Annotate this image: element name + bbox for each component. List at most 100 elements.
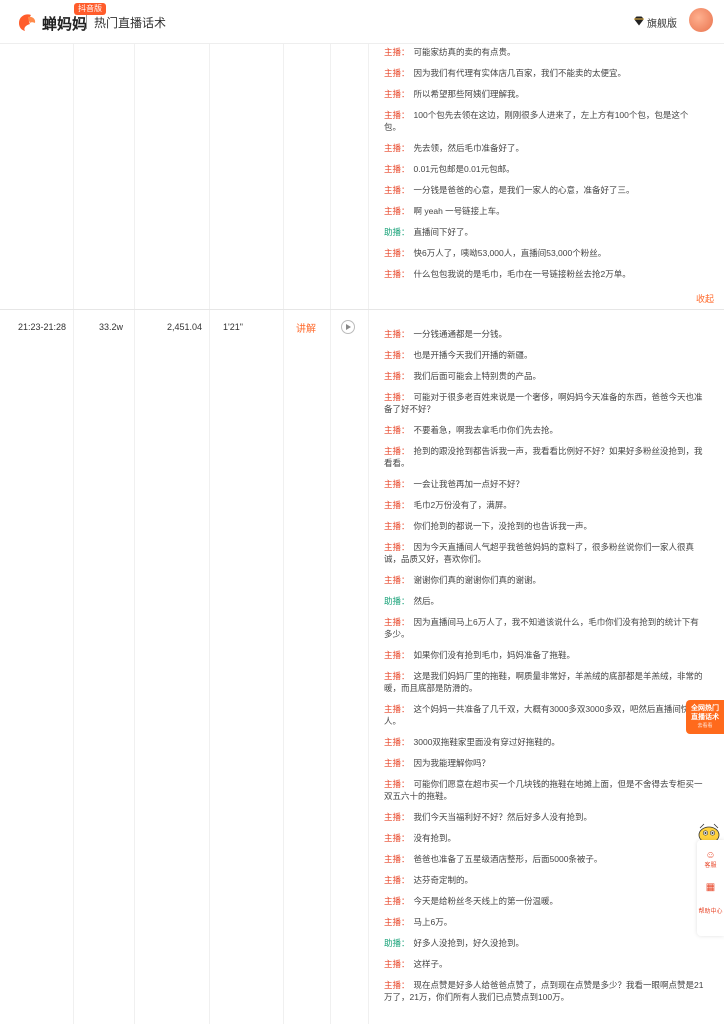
- host-speaker-label: 主播：: [384, 350, 410, 360]
- column-divider: [73, 44, 74, 1024]
- host-speaker-label: 主播：: [384, 89, 410, 99]
- transcript-line: 主播： 一会让我爸再加一点好不好？: [384, 478, 704, 490]
- transcript-text: 所以希望那些阿姨们理解我。: [413, 89, 525, 99]
- page-title: 热门直播话术: [94, 16, 167, 30]
- user-avatar[interactable]: [689, 8, 713, 32]
- host-speaker-label: 主播：: [384, 704, 410, 714]
- transcript-text: 因为我能理解你吗？: [413, 758, 491, 768]
- transcript-text: 如果你们没有抢到毛巾，妈妈准备了拖鞋。: [413, 650, 576, 660]
- transcript-text: 你们抢到的都说一下，没抢到的也告诉我一声。: [413, 521, 593, 531]
- duration-cell: 1'21": [223, 322, 243, 332]
- transcript-line: 主播： 我们后面可能会上特别贵的产品。: [384, 370, 704, 382]
- host-speaker-label: 主播：: [384, 392, 410, 402]
- transcript-line: 主播： 爸爸也准备了五星级酒店整形，后面5000条被子。: [384, 853, 704, 865]
- transcript-line: 主播： 这是我们妈妈厂里的拖鞋，啊质量非常好，羊羔绒的底部都是羊羔绒，非常的暖，而…: [384, 670, 704, 694]
- brand-name[interactable]: 蝉妈妈: [42, 13, 87, 34]
- side-help-panel: ☺ 客服 ▦ 帮助中心: [697, 840, 724, 936]
- host-speaker-label: 主播：: [384, 425, 410, 435]
- column-divider: [283, 44, 284, 1024]
- help-center-button[interactable]: 帮助中心: [697, 908, 724, 916]
- transcript-text: 不要着急，啊我去拿毛巾你们先去抢。: [413, 425, 559, 435]
- transcript-text: 抢到的跟没抢到都告诉我一声，我看看比例好不好？如果好多粉丝没抢到，我看看。: [384, 446, 703, 468]
- transcript-line: 助播： 然后。: [384, 595, 704, 607]
- customer-service-label: 客服: [704, 863, 717, 869]
- transcript-text: 这个妈妈一共准备了几千双，大概有3000多双3000多双，吧然后直播间快人。: [384, 704, 690, 726]
- transcript-line: 主播： 因为直播间马上6万人了，我不知道该说什么，毛巾你们没有抢到的统计下有多少。: [384, 616, 704, 640]
- qrcode-button[interactable]: ▦: [697, 882, 724, 894]
- assistant-speaker-label: 助播：: [384, 227, 410, 237]
- transcript-line: 主播： 一分钱通通都是一分钱。: [384, 328, 704, 340]
- transcript-text: 3000双拖鞋家里面没有穿过好拖鞋的。: [413, 737, 560, 747]
- time-range-cell: 21:23-21:28: [18, 322, 67, 332]
- viewers-cell: 33.2w: [99, 322, 124, 332]
- transcript-line: 主播： 马上6万。: [384, 916, 704, 928]
- host-speaker-label: 主播：: [384, 737, 410, 747]
- transcript-text: 直播间下好了。: [413, 227, 474, 237]
- promo-float-button[interactable]: 全网热门 直播话术 去看看: [686, 700, 724, 734]
- host-speaker-label: 主播：: [384, 917, 410, 927]
- transcript-text: 谢谢你们真的谢谢你们真的谢谢。: [413, 575, 542, 585]
- transcript-text: 没有抢到。: [413, 833, 457, 843]
- transcript-text: 因为直播间马上6万人了，我不知道该说什么，毛巾你们没有抢到的统计下有多少。: [384, 617, 699, 639]
- header-divider: [86, 15, 87, 29]
- host-speaker-label: 主播：: [384, 269, 410, 279]
- host-speaker-label: 主播：: [384, 164, 410, 174]
- transcript-text: 0.01元包邮是0.01元包邮。: [413, 164, 515, 174]
- transcript-text: 也是开播今天我们开播的新疆。: [413, 350, 533, 360]
- host-speaker-label: 主播：: [384, 248, 410, 258]
- top-header: 蝉妈妈 抖音版 热门直播话术 旗舰版 ›: [0, 0, 724, 44]
- transcript-block: 主播： 一分钱通通都是一分钱。 主播： 也是开播今天我们开播的新疆。 主播： 我们后面可能…: [384, 328, 704, 1012]
- transcript-line: 主播： 可能你们愿意在超市买一个几块钱的拖鞋在地摊上面，但是不舍得去专柜买一双五六…: [384, 778, 704, 802]
- transcript-line: 主播： 可能家纺真的卖的有点贵。: [384, 46, 704, 58]
- transcript-line: 主播： 这个妈妈一共准备了几千双，大概有3000多双3000多双，吧然后直播间快人…: [384, 703, 704, 727]
- transcript-text: 今天是给粉丝冬天线上的第一份温暖。: [413, 896, 559, 906]
- host-speaker-label: 主播：: [384, 500, 410, 510]
- transcript-line: 主播： 达芬奇定制的。: [384, 874, 704, 886]
- transcript-text: 毛巾2万份没有了，满屏。: [413, 500, 512, 510]
- host-speaker-label: 主播：: [384, 896, 410, 906]
- explain-link[interactable]: 讲解: [296, 320, 316, 335]
- transcript-text: 这是我们妈妈厂里的拖鞋，啊质量非常好，羊羔绒的底部都是羊羔绒，非常的暖，而且底部…: [384, 671, 703, 693]
- transcript-line: 主播： 什么包包我说的是毛巾，毛巾在一号链接粉丝去抢2万单。: [384, 268, 704, 280]
- transcript-line: 主播： 所以希望那些阿姨们理解我。: [384, 88, 704, 100]
- transcript-line: 主播： 100个包先去领在这边，刚刚很多人进来了，左上方有100个包，包是这个包。: [384, 109, 704, 133]
- host-speaker-label: 主播：: [384, 854, 410, 864]
- transcript-text: 因为今天直播间人气超乎我爸爸妈妈的意料了，很多粉丝说你们一家人很真诚，品质又好，…: [384, 542, 695, 564]
- headset-icon: ☺: [705, 850, 716, 861]
- host-speaker-label: 主播：: [384, 47, 410, 57]
- host-speaker-label: 主播：: [384, 542, 410, 552]
- host-speaker-label: 主播：: [384, 143, 410, 153]
- host-speaker-label: 主播：: [384, 617, 410, 627]
- qrcode-icon: ▦: [705, 882, 716, 893]
- transcript-line: 主播： 不要着急，啊我去拿毛巾你们先去抢。: [384, 424, 704, 436]
- host-speaker-label: 主播：: [384, 758, 410, 768]
- host-speaker-label: 主播：: [384, 875, 410, 885]
- row-divider: [0, 309, 724, 310]
- transcript-text: 先去领，然后毛巾准备好了。: [413, 143, 525, 153]
- transcript-text: 一分钱通通都是一分钱。: [413, 329, 508, 339]
- diamond-icon: [634, 16, 644, 26]
- host-speaker-label: 主播：: [384, 206, 410, 216]
- collapse-link[interactable]: 收起: [696, 292, 714, 305]
- transcript-text: 100个包先去领在这边，刚刚很多人进来了，左上方有100个包，包是这个包。: [384, 110, 689, 132]
- host-speaker-label: 主播：: [384, 833, 410, 843]
- play-button[interactable]: [341, 320, 355, 334]
- promo-line-2: 直播话术: [691, 714, 719, 721]
- customer-service-button[interactable]: ☺ 客服: [697, 850, 724, 870]
- transcript-line: 主播： 因为我能理解你吗？: [384, 757, 704, 769]
- transcript-text: 可能你们愿意在超市买一个几块钱的拖鞋在地摊上面，但是不舍得去专柜买一双五六十的拖…: [384, 779, 703, 801]
- transcript-line: 主播： 先去领，然后毛巾准备好了。: [384, 142, 704, 154]
- transcript-line: 主播： 你们抢到的都说一下，没抢到的也告诉我一声。: [384, 520, 704, 532]
- transcript-line: 主播： 如果你们没有抢到毛巾，妈妈准备了拖鞋。: [384, 649, 704, 661]
- transcript-line: 主播： 今天是给粉丝冬天线上的第一份温暖。: [384, 895, 704, 907]
- column-divider: [209, 44, 210, 1024]
- chevron-right-icon[interactable]: ›: [670, 13, 673, 24]
- host-speaker-label: 主播：: [384, 371, 410, 381]
- transcript-text: 我们今天当福利好不好？然后好多人没有抢到。: [413, 812, 593, 822]
- transcript-line: 主播：啊 yeah 一号链接上车。: [384, 205, 704, 217]
- transcript-line: 主播： 现在点赞是好多人给爸爸点赞了，点到现在点赞是多少？我看一眼啊点赞是21万了…: [384, 979, 704, 1003]
- transcript-text: 然后。: [413, 596, 440, 606]
- column-divider: [330, 44, 331, 1024]
- transcript-text: 一会让我爸再加一点好不好？: [413, 479, 525, 489]
- cicada-logo-icon[interactable]: [16, 11, 38, 33]
